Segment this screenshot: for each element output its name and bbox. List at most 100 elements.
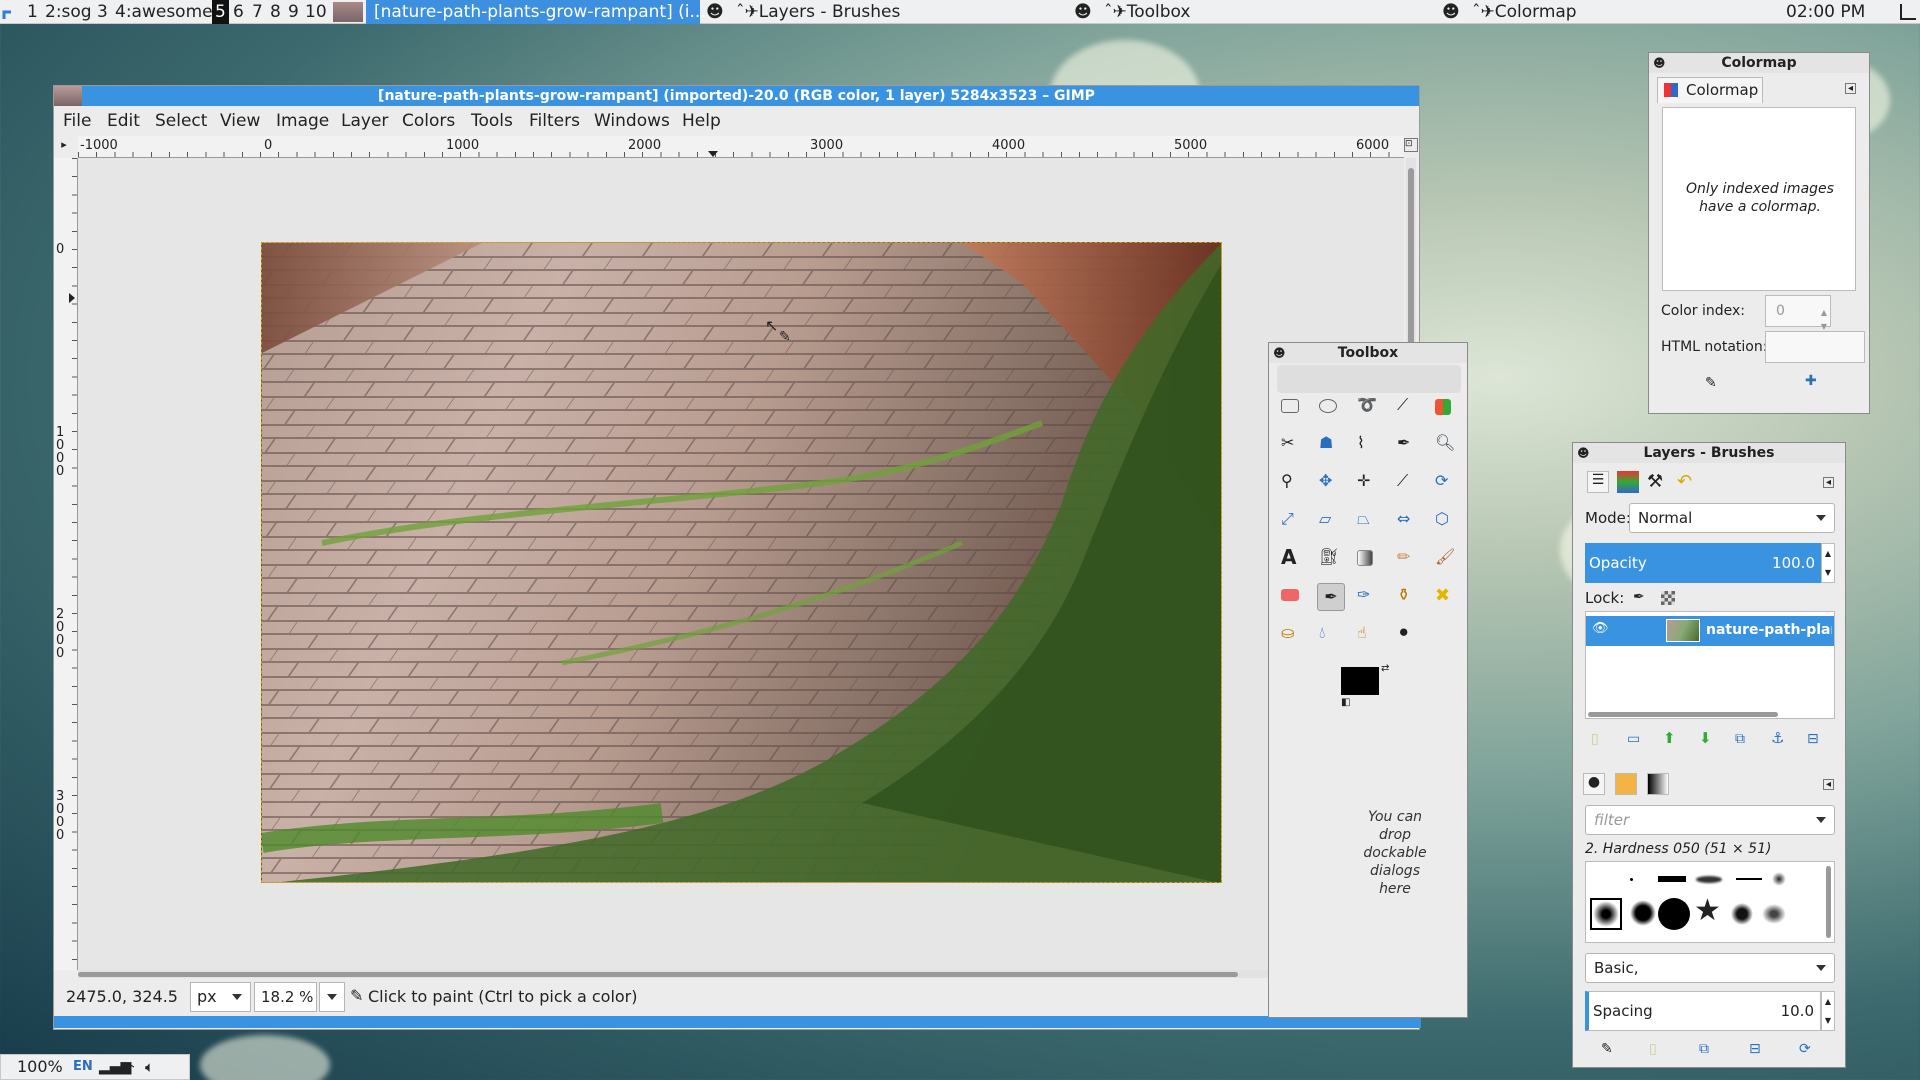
- image-layer[interactable]: [261, 242, 1222, 883]
- task-colormap[interactable]: ˆ✈Colormap: [1472, 0, 1577, 24]
- dodge-burn-tool-icon[interactable]: ⚫︎: [1397, 623, 1419, 645]
- free-select-tool-icon[interactable]: ➰: [1357, 395, 1379, 417]
- raise-layer-icon[interactable]: ⬆: [1663, 729, 1676, 747]
- menu-select[interactable]: Select: [155, 111, 207, 131]
- zoom-input[interactable]: 18.2 %: [254, 982, 317, 1012]
- move-tool-icon[interactable]: ✥: [1319, 471, 1341, 493]
- lock-alpha-icon[interactable]: [1661, 591, 1675, 605]
- zoom-tool-icon[interactable]: 🔍︎: [1435, 433, 1457, 455]
- launcher-icon[interactable]: [2, 0, 16, 24]
- volume-icon[interactable]: 🔈︎: [145, 1055, 154, 1079]
- color-index-spin[interactable]: 0 ▲ ▼: [1765, 295, 1831, 331]
- opacity-slider[interactable]: Opacity 100.0: [1585, 543, 1821, 583]
- brush-item[interactable]: [1772, 872, 1786, 886]
- text-tool-icon[interactable]: A: [1281, 545, 1303, 569]
- delete-brush-icon[interactable]: ⊟: [1749, 1041, 1761, 1057]
- menu-filters[interactable]: Filters: [529, 111, 580, 131]
- mode-select[interactable]: Normal: [1629, 503, 1835, 533]
- layer-name[interactable]: nature-path-plants: [1706, 622, 1832, 638]
- layers-title-bar[interactable]: ☻ Layers - Brushes: [1573, 443, 1845, 463]
- swap-colors-icon[interactable]: ⇄: [1381, 663, 1389, 674]
- canvas-area[interactable]: ↖ ✎: [78, 158, 1404, 970]
- html-notation-input[interactable]: [1765, 331, 1865, 363]
- tag-1[interactable]: 1: [27, 0, 38, 24]
- duplicate-layer-icon[interactable]: ⧉: [1735, 731, 1745, 747]
- brush-item-selected[interactable]: [1590, 898, 1622, 930]
- foreground-select-tool-icon[interactable]: ☗: [1319, 433, 1341, 455]
- cage-transform-tool-icon[interactable]: ⬡: [1435, 509, 1457, 531]
- window-title-bar[interactable]: [nature-path-plants-grow-rampant] (impor…: [54, 86, 1419, 106]
- fuzzy-select-tool-icon[interactable]: ⟋: [1397, 395, 1419, 417]
- tab-gradients-icon[interactable]: [1647, 773, 1669, 795]
- menu-file[interactable]: File: [63, 111, 91, 131]
- pencil-tool-icon[interactable]: ✏: [1397, 547, 1419, 569]
- align-tool-icon[interactable]: ✛: [1357, 471, 1379, 493]
- crop-tool-icon[interactable]: ⟋: [1397, 471, 1419, 493]
- foreground-color-swatch[interactable]: [1341, 667, 1379, 695]
- paths-tool-icon[interactable]: ⌇: [1357, 433, 1379, 455]
- clone-tool-icon[interactable]: ⚱: [1397, 585, 1419, 607]
- brush-item[interactable]: [1696, 876, 1722, 883]
- brush-grid[interactable]: ★: [1585, 861, 1835, 943]
- menu-colors[interactable]: Colors: [402, 111, 455, 131]
- blend-tool-icon[interactable]: [1357, 550, 1373, 566]
- ellipse-select-tool-icon[interactable]: [1319, 399, 1337, 413]
- refresh-brushes-icon[interactable]: ⟳: [1799, 1041, 1811, 1057]
- tag-6[interactable]: 6: [233, 0, 244, 24]
- perspective-clone-tool-icon[interactable]: ⛀: [1281, 623, 1303, 645]
- toolbox-title-bar[interactable]: ☻ Toolbox: [1269, 343, 1467, 363]
- menu-help[interactable]: Help: [682, 111, 721, 131]
- tag-4[interactable]: 4:awesome: [115, 0, 213, 24]
- heal-tool-icon[interactable]: ✖: [1435, 585, 1457, 607]
- duplicate-brush-icon[interactable]: ⧉: [1699, 1041, 1709, 1057]
- brush-item[interactable]: [1630, 878, 1633, 881]
- scissors-tool-icon[interactable]: ✂: [1281, 433, 1303, 455]
- add-color-icon[interactable]: ✚: [1805, 373, 1817, 389]
- vertical-ruler[interactable]: 0 1 0 0 0 2 0 0 0 3 0 0 0: [54, 158, 78, 970]
- color-picker-tool-icon[interactable]: ✒: [1397, 433, 1419, 455]
- new-layer-group-icon[interactable]: ▭: [1627, 731, 1640, 747]
- layers-hscrollbar[interactable]: [1588, 712, 1778, 717]
- measure-tool-icon[interactable]: ⚲: [1281, 471, 1303, 493]
- spacing-slider[interactable]: Spacing 10.0: [1585, 991, 1821, 1031]
- zoom-dropdown[interactable]: [319, 982, 345, 1012]
- tag-3[interactable]: 3: [97, 0, 108, 24]
- tag-9[interactable]: 9: [288, 0, 299, 24]
- edit-brush-icon[interactable]: ✎: [1601, 1041, 1613, 1057]
- tab-menu-icon[interactable]: ◂: [1845, 83, 1856, 94]
- menu-windows[interactable]: Windows: [594, 111, 670, 131]
- select-by-color-tool-icon[interactable]: [1435, 399, 1451, 415]
- tab-channels-icon[interactable]: [1617, 471, 1639, 493]
- lower-layer-icon[interactable]: ⬇: [1699, 729, 1712, 747]
- brush-item[interactable]: [1658, 898, 1690, 930]
- tab-undo-icon[interactable]: ↶: [1677, 471, 1692, 492]
- tab-patterns-icon[interactable]: [1615, 773, 1637, 795]
- ink-tool-icon[interactable]: ✑: [1357, 585, 1379, 607]
- shear-tool-icon[interactable]: ▱: [1319, 509, 1341, 531]
- colormap-title-bar[interactable]: ☻ Colormap: [1649, 53, 1869, 73]
- tab-menu-icon[interactable]: ◂: [1823, 779, 1834, 790]
- rect-select-tool-icon[interactable]: [1281, 399, 1299, 413]
- flip-tool-icon[interactable]: ⇔: [1397, 509, 1419, 531]
- rotate-tool-icon[interactable]: ⟳: [1435, 471, 1457, 493]
- tag-2[interactable]: 2:sog: [45, 0, 92, 24]
- power-icon[interactable]: ⌁: [127, 1055, 135, 1079]
- tab-layers-icon[interactable]: ☰: [1587, 471, 1609, 493]
- tag-8[interactable]: 8: [270, 0, 281, 24]
- tab-menu-icon[interactable]: ◂: [1823, 477, 1834, 488]
- brush-item[interactable]: [1730, 902, 1754, 926]
- horizontal-ruler[interactable]: -1000 0 1000 2000 3000 4000 5000 6000: [78, 136, 1404, 158]
- brush-item[interactable]: [1658, 876, 1686, 882]
- brush-tag-select[interactable]: Basic,: [1585, 953, 1835, 983]
- opacity-spin-buttons[interactable]: ▲ ▼: [1821, 543, 1835, 583]
- paintbrush-tool-icon[interactable]: 🖌︎: [1435, 547, 1457, 569]
- tag-5[interactable]: 5: [212, 0, 229, 24]
- layout-icon[interactable]: [1900, 4, 1916, 20]
- tab-paths-icon[interactable]: ⚒: [1647, 471, 1663, 492]
- keyboard-layout[interactable]: EN: [73, 1055, 93, 1079]
- brush-item[interactable]: [1630, 900, 1656, 926]
- tab-colormap[interactable]: Colormap: [1657, 77, 1763, 103]
- task-layers-brushes[interactable]: ˆ✈Layers - Brushes: [736, 0, 900, 24]
- zoom-to-window-icon[interactable]: ⊡: [1404, 138, 1418, 152]
- brush-item[interactable]: ★: [1694, 894, 1721, 928]
